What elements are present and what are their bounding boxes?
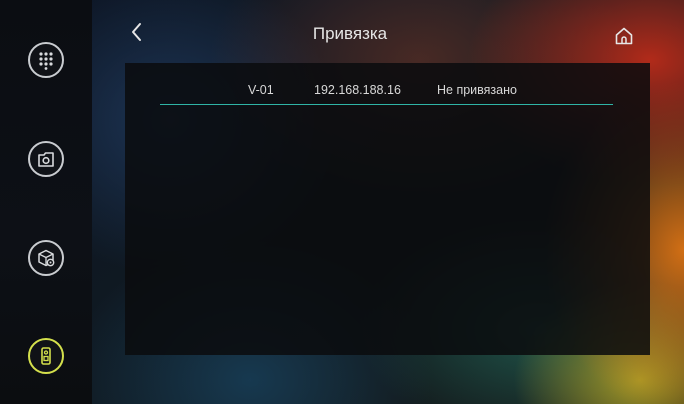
sidebar-gallery-button[interactable]: [28, 141, 64, 177]
device-row[interactable]: V-01 192.168.188.16 Не привязано: [160, 76, 613, 105]
device-status: Не привязано: [437, 83, 517, 97]
page-title: Привязка: [312, 24, 388, 43]
back-button[interactable]: [130, 22, 144, 42]
device-list-panel: V-01 192.168.188.16 Не привязано: [125, 63, 650, 355]
intercom-device-icon: [41, 347, 51, 365]
device-ip: 192.168.188.16: [314, 83, 401, 97]
sidebar-settings-button[interactable]: [28, 240, 64, 276]
keypad-icon: [39, 52, 53, 70]
screen: Привязка V-01 192.168.188.16 Не привязан…: [0, 0, 684, 404]
settings-box-icon: [38, 249, 55, 267]
camera-folder-icon: [38, 152, 54, 167]
sidebar: [0, 0, 92, 404]
chevron-left-icon: [132, 23, 141, 41]
home-button[interactable]: [613, 25, 635, 47]
sidebar-keypad-button[interactable]: [28, 42, 64, 78]
device-name: V-01: [248, 83, 274, 97]
home-icon: [615, 27, 633, 45]
sidebar-intercom-button[interactable]: [28, 338, 64, 374]
